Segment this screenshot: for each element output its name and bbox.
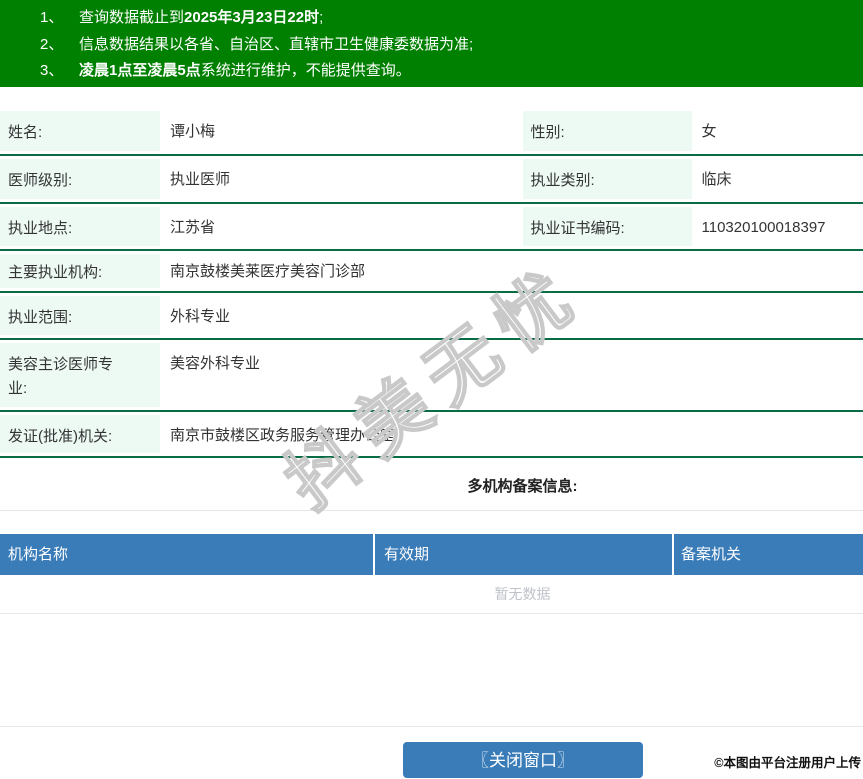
divider [0,726,863,727]
field-value: 谭小梅 [160,108,523,154]
notice-number: 2、 [40,32,79,59]
page-canvas: 1、查询数据截止到2025年3月23日22时; 2、信息数据结果以各省、自治区、… [0,0,863,778]
field-cosmetic-specialty: 美容主诊医师专业: 美容外科专业 [0,340,863,410]
table-row: 执业地点: 江苏省 执业证书编码: 110320100018397 [0,204,863,251]
notice-banner: 1、查询数据截止到2025年3月23日22时; 2、信息数据结果以各省、自治区、… [0,0,863,87]
notice-line-3: 3、凌晨1点至凌晨5点系统进行维护，不能提供查询。 [40,58,863,85]
empty-data-placeholder: 暂无数据 [0,575,863,614]
notice-line-2: 2、信息数据结果以各省、自治区、直辖市卫生健康委数据为准; [40,32,863,59]
field-label: 美容主诊医师专业: [0,340,160,410]
field-label: 性别: [523,108,692,154]
close-window-button[interactable]: 〖关闭窗口〗 [403,742,643,778]
field-certificate-number: 执业证书编码: 110320100018397 [523,204,863,249]
column-header-filing-authority: 备案机关 [674,534,863,575]
notice-text: 信息数据结果以各省、自治区、直辖市卫生健康委数据为准; [79,36,473,53]
table-row: 姓名: 谭小梅 性别: 女 [0,108,863,156]
field-practice-category: 执业类别: 临床 [523,156,863,202]
field-practice-location: 执业地点: 江苏省 [0,204,523,249]
doctor-detail-table: 姓名: 谭小梅 性别: 女 医师级别: 执业医师 执业类别: 临床 执业地点: … [0,108,863,458]
spacer [0,614,863,726]
field-label: 发证(批准)机关: [0,412,160,456]
notice-number: 1、 [40,5,79,32]
field-name: 姓名: 谭小梅 [0,108,523,154]
field-doctor-level: 医师级别: 执业医师 [0,156,523,202]
filing-section-title: 多机构备案信息: [0,458,863,511]
table-row: 执业范围: 外科专业 [0,293,863,340]
field-value: 南京鼓楼美莱医疗美容门诊部 [160,251,863,291]
field-label: 执业范围: [0,293,160,338]
field-gender: 性别: 女 [523,108,863,154]
field-issuing-authority: 发证(批准)机关: 南京市鼓楼区政务服务管理办公室 [0,412,863,456]
notice-number: 3、 [40,58,79,85]
column-header-institution: 机构名称 [0,534,375,575]
field-value: 南京市鼓楼区政务服务管理办公室 [160,412,863,456]
field-value: 110320100018397 [692,204,863,249]
notice-text: 查询数据截止到 [79,9,184,26]
table-row: 主要执业机构: 南京鼓楼美莱医疗美容门诊部 [0,251,863,293]
table-row: 美容主诊医师专业: 美容外科专业 [0,340,863,412]
field-value: 江苏省 [160,204,523,249]
notice-text-bold: 凌晨1点至凌晨5点 [79,62,201,79]
field-label: 执业地点: [0,204,160,249]
field-value: 女 [692,108,863,154]
notice-text-bold: 2025年3月23日22时 [184,9,319,26]
filing-table: 机构名称 有效期 备案机关 暂无数据 [0,534,863,614]
column-header-validity: 有效期 [375,534,674,575]
notice-line-1: 1、查询数据截止到2025年3月23日22时; [40,5,863,32]
field-value: 美容外科专业 [160,340,863,410]
field-label: 主要执业机构: [0,251,160,291]
field-value: 执业医师 [160,156,523,202]
field-value: 临床 [692,156,863,202]
copyright-notice: ©本图由平台注册用户上传 [714,752,861,771]
notice-text: ; [319,9,323,26]
field-label: 执业类别: [523,156,692,202]
field-practice-scope: 执业范围: 外科专业 [0,293,863,338]
field-label: 姓名: [0,108,160,154]
filing-table-header: 机构名称 有效期 备案机关 [0,534,863,575]
field-label: 执业证书编码: [523,204,692,249]
table-row: 发证(批准)机关: 南京市鼓楼区政务服务管理办公室 [0,412,863,458]
notice-text: 系统进行维护，不能提供查询。 [201,62,411,79]
field-main-institution: 主要执业机构: 南京鼓楼美莱医疗美容门诊部 [0,251,863,291]
field-label: 医师级别: [0,156,160,202]
field-value: 外科专业 [160,293,863,338]
table-row: 医师级别: 执业医师 执业类别: 临床 [0,156,863,204]
